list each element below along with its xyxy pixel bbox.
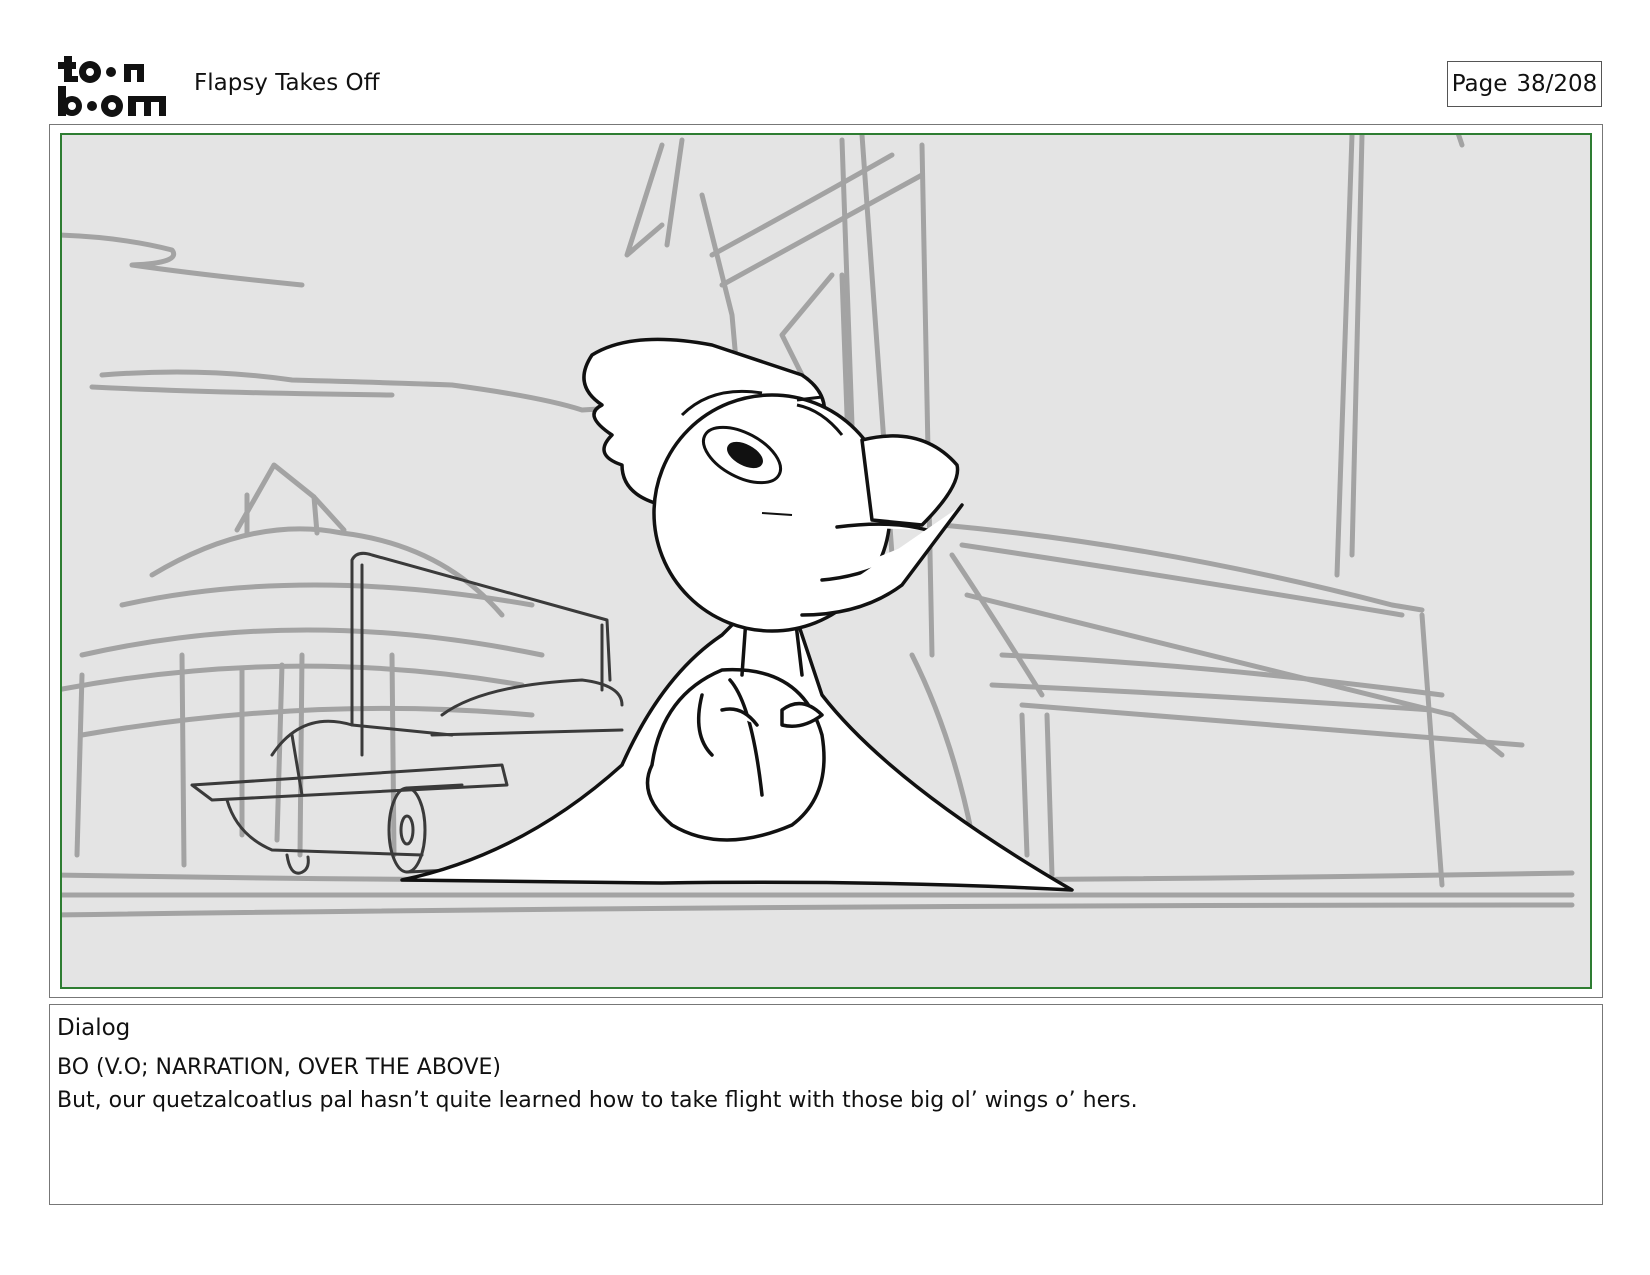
panel-drawing [60, 133, 1592, 989]
page-indicator: Page 38/208 [1447, 61, 1602, 107]
document-title: Flapsy Takes Off [194, 70, 380, 96]
page-number: 38/208 [1516, 71, 1598, 97]
dialog-speaker: BO (V.O; NARRATION, OVER THE ABOVE) [57, 1055, 501, 1080]
dialog-heading: Dialog [57, 1015, 131, 1041]
storyboard-panel [49, 124, 1603, 998]
dialog-line: But, our quetzalcoatlus pal hasn’t quite… [57, 1088, 1138, 1113]
toon-boom-logo [58, 56, 166, 117]
page-label: Page [1451, 71, 1508, 97]
dialog-section: Dialog BO (V.O; NARRATION, OVER THE ABOV… [49, 1004, 1603, 1205]
panel-sketch [62, 135, 1575, 918]
